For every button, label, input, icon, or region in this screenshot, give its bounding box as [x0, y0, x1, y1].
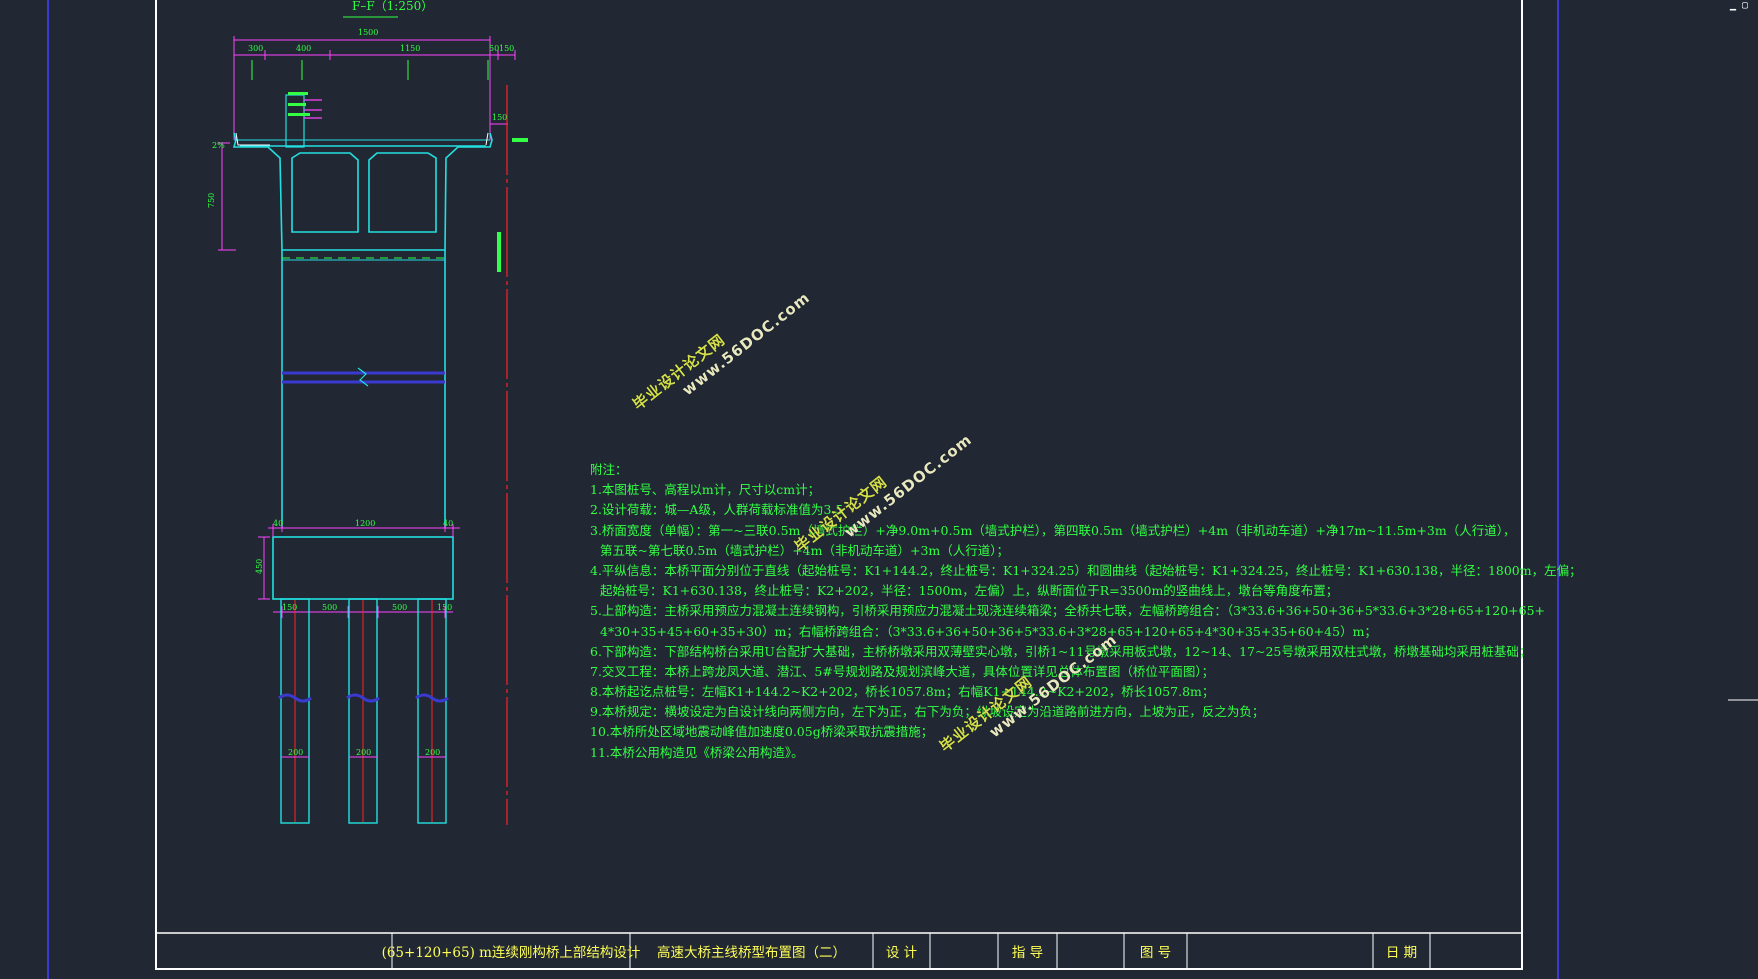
notes-heading: 附注： [590, 462, 628, 477]
top-dimension-lines [218, 36, 516, 251]
top-marker-labels [251, 60, 489, 80]
dim-pile-space-3: 500 [392, 603, 407, 612]
note-line-5: 5.上部构造：主桥采用预应力混凝土连续钢构，引桥采用预应力混凝土现浇连续箱梁；全… [590, 603, 1546, 619]
window-controls-icon[interactable]: ▁ ▢ [1730, 0, 1748, 11]
dim-pile-dia-1: 200 [288, 748, 303, 757]
dim-pile-dia-2: 200 [356, 748, 371, 757]
dim-girder-depth: 750 [207, 193, 216, 208]
dim-pile-space-1: 150 [282, 603, 297, 612]
dim-top-seg-1: 300 [248, 44, 263, 53]
title-figno-label: 图 号 [1139, 945, 1172, 961]
note-line-5b: 4*30+35+45+60+35+30）m；右幅桥跨组合：（3*33.6+36+… [600, 623, 1377, 639]
sign-post [285, 94, 322, 148]
title-project: (65+120+65) m连续刚构桥上部结构设计 [381, 945, 641, 961]
title-design-label: 设 计 [885, 945, 918, 961]
pier-column [281, 250, 446, 528]
box-girder [232, 132, 493, 251]
note-line-6: 6.下部构造：下部结构桥台采用U台配扩大基础，主桥桥墩采用双薄壁实心墩，引桥1~… [590, 643, 1532, 659]
dim-top-total: 1500 [358, 28, 378, 37]
note-line-2: 2.设计荷载：城—A级，人群荷载标准值为3.5 [590, 502, 844, 518]
pile-centerlines [294, 600, 433, 822]
dim-small-left: 2% [212, 141, 225, 150]
dim-pile-space-2: 500 [322, 603, 337, 612]
dim-top-seg-3: 1150 [400, 44, 420, 53]
deck-barriers [235, 132, 489, 146]
dim-top-seg-4: 50 [489, 44, 499, 53]
dim-pile-space-4: 150 [437, 603, 452, 612]
title-date-label: 日 期 [1385, 945, 1418, 961]
dim-cap-height: 450 [255, 559, 264, 574]
dim-top-seg-2: 400 [296, 44, 311, 53]
dim-cap-width: 1200 [355, 519, 375, 528]
section-title: F–F（1:250） [352, 0, 433, 13]
note-line-3b: 第五联~第七联0.5m（墙式护栏）+4m（非机动车道）+3m（人行道）； [600, 542, 1010, 558]
title-drawing: 高速大桥主线桥型布置图（二） [657, 945, 846, 961]
dim-top-seg-5: 150 [499, 44, 514, 53]
note-line-1: 1.本图桩号、高程以m计，尺寸以cm计； [590, 482, 821, 498]
notes-block: 附注： 1.本图桩号、高程以m计，尺寸以cm计； 2.设计荷载：城—A级，人群荷… [590, 460, 1582, 763]
dim-cap-side-left: 40 [273, 519, 283, 528]
note-line-4: 4.平纵信息：本桥平面分别位于直线（起始桩号：K1+144.2，终止桩号：K1+… [590, 562, 1582, 578]
note-line-10: 10.本桥所处区域地震动峰值加速度0.05g桥梁采取抗震措施； [590, 724, 934, 740]
note-line-3: 3.桥面宽度（单幅）：第一~三联0.5m（墙式护栏）+净9.0m+0.5m（墙式… [590, 522, 1516, 538]
note-line-4b: 起始桩号：K1+630.138，终止桩号：K2+202，半径：1500m，左偏）… [600, 583, 1339, 599]
centerline-markers [497, 138, 528, 272]
title-guide-label: 指 导 [1011, 945, 1044, 961]
pier-break-line [282, 371, 445, 384]
dim-deck-edge: 150 [492, 113, 507, 122]
note-line-11: 11.本桥公用构造见《桥梁公用构造》。 [590, 744, 804, 760]
pile-cap [272, 536, 454, 600]
dim-cap-side-right: 40 [443, 519, 453, 528]
dim-pile-dia-3: 200 [425, 748, 440, 757]
